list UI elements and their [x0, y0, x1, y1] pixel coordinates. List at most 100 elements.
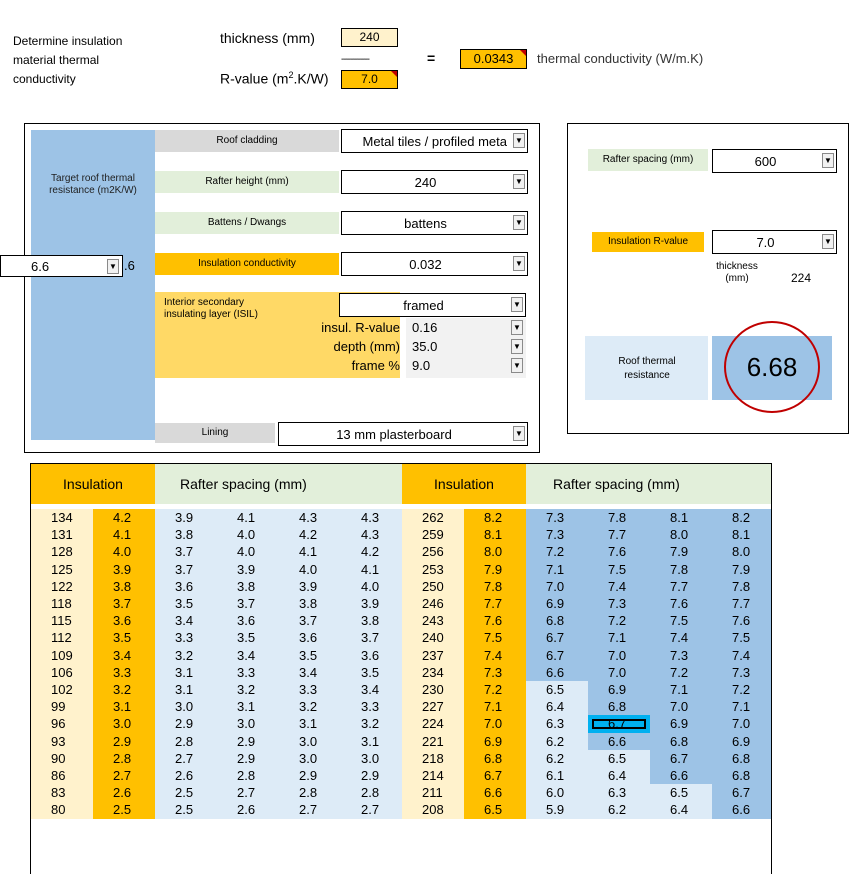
- table-cell: 3.0: [217, 715, 279, 733]
- table-cell: 3.1: [217, 698, 279, 716]
- conductivity-result: 0.0343: [460, 49, 527, 69]
- roof-thermal-label: Roof thermal resistance: [618, 356, 676, 381]
- fraction-line: ------------: [341, 54, 370, 65]
- chevron-down-icon[interactable]: ▼: [511, 320, 523, 335]
- table-cell: 3.9: [341, 595, 402, 613]
- chevron-down-icon[interactable]: ▼: [513, 133, 525, 148]
- table-cell: 2.8: [341, 784, 402, 802]
- chevron-down-icon[interactable]: ▼: [513, 426, 525, 441]
- rvalue-input[interactable]: 7.0: [341, 70, 398, 89]
- insulation-rvalue-dropdown[interactable]: 7.0 ▼: [712, 230, 837, 254]
- table-cell: 7.7: [650, 577, 712, 595]
- depth-label: depth (mm): [333, 339, 400, 354]
- table-cell: 4.2: [279, 526, 341, 544]
- chevron-down-icon[interactable]: ▼: [513, 174, 525, 189]
- table-cell: 7.4: [464, 646, 526, 664]
- frame-value[interactable]: 9.0: [412, 358, 430, 373]
- table-cell: 7.6: [588, 543, 650, 561]
- insulation-conductivity-value: 0.032: [409, 257, 442, 272]
- depth-value[interactable]: 35.0: [412, 339, 437, 354]
- roof-cladding-dropdown[interactable]: Metal tiles / profiled meta ▼: [341, 129, 528, 153]
- table-cell: 256: [402, 543, 464, 561]
- chevron-down-icon[interactable]: ▼: [513, 256, 525, 271]
- battens-value: battens: [404, 216, 447, 231]
- chevron-down-icon[interactable]: ▼: [822, 153, 834, 168]
- insul-rvalue-value[interactable]: 0.16: [412, 320, 437, 335]
- table-cell: 7.2: [712, 681, 771, 699]
- table-cell: 6.2: [526, 732, 588, 750]
- table-cell: 4.3: [341, 526, 402, 544]
- table-cell: 7.0: [588, 646, 650, 664]
- thickness-label: thickness (mm): [220, 30, 315, 46]
- insul-rvalue-label: insul. R-value: [321, 320, 400, 335]
- table-cell: 3.1: [155, 663, 217, 681]
- table-cell: 7.5: [588, 560, 650, 578]
- table-cell: 259: [402, 526, 464, 544]
- chevron-down-icon[interactable]: ▼: [107, 259, 119, 274]
- target-dropdown[interactable]: 6.6 ▼: [0, 255, 123, 277]
- table-cell: 3.5: [341, 663, 402, 681]
- lining-label: Lining: [155, 423, 275, 443]
- table-cell: 7.1: [588, 629, 650, 647]
- header-title: Determine insulation material thermal co…: [13, 32, 122, 89]
- table-cell: 7.8: [464, 577, 526, 595]
- rafter-height-dropdown[interactable]: 240 ▼: [341, 170, 528, 194]
- chevron-down-icon[interactable]: ▼: [511, 358, 523, 373]
- table-cell: 3.8: [341, 612, 402, 630]
- table-cell: 3.5: [279, 646, 341, 664]
- table-cell: 7.7: [464, 595, 526, 613]
- rafter-height-value: 240: [414, 175, 437, 190]
- table-cell: 3.5: [155, 595, 217, 613]
- table-cell: 6.6: [712, 801, 771, 819]
- thickness-input[interactable]: 240: [341, 28, 398, 47]
- table-cell: 8.0: [712, 543, 771, 561]
- lining-dropdown[interactable]: 13 mm plasterboard ▼: [278, 422, 528, 446]
- table-cell: 3.8: [217, 577, 279, 595]
- table-cell: 6.8: [712, 767, 771, 785]
- rvalue-label: R-value (m2.K/W): [220, 70, 328, 87]
- table-cell: 2.9: [155, 715, 217, 733]
- table-cell: 3.6: [93, 612, 155, 630]
- battens-dropdown[interactable]: battens ▼: [341, 211, 528, 235]
- left-insulation-header: Insulation: [63, 476, 123, 492]
- chevron-down-icon[interactable]: ▼: [822, 234, 834, 249]
- table-cell: 3.6: [279, 629, 341, 647]
- thickness-result-label: thickness (mm): [716, 261, 758, 284]
- table-cell: 4.3: [279, 509, 341, 527]
- table-cell: 7.3: [712, 663, 771, 681]
- chevron-down-icon[interactable]: ▼: [511, 339, 523, 354]
- table-cell: 4.1: [341, 560, 402, 578]
- table-cell: 4.1: [279, 543, 341, 561]
- table-cell: 2.9: [93, 732, 155, 750]
- table-cell: 7.4: [588, 577, 650, 595]
- table-cell: 3.2: [217, 681, 279, 699]
- insulation-conductivity-dropdown[interactable]: 0.032 ▼: [341, 252, 528, 276]
- table-cell: 7.3: [464, 663, 526, 681]
- table-cell: 6.9: [712, 732, 771, 750]
- table-cell: 6.8: [526, 612, 588, 630]
- table-cell: 7.0: [464, 715, 526, 733]
- table-cell: 3.1: [341, 732, 402, 750]
- chevron-down-icon[interactable]: ▼: [511, 297, 523, 312]
- isil-dropdown[interactable]: framed ▼: [339, 293, 526, 317]
- table-cell: 6.8: [712, 749, 771, 767]
- table-cell: 96: [31, 715, 93, 733]
- table-cell: 3.9: [279, 577, 341, 595]
- table-cell: 4.0: [93, 543, 155, 561]
- table-cell: 5.9: [526, 801, 588, 819]
- isil-value: framed: [403, 298, 444, 313]
- table-cell: 2.8: [279, 784, 341, 802]
- rafter-spacing-dropdown[interactable]: 600 ▼: [712, 149, 837, 173]
- table-cell: 128: [31, 543, 93, 561]
- table-cell: 3.9: [93, 560, 155, 578]
- table-cell: 6.8: [464, 749, 526, 767]
- chevron-down-icon[interactable]: ▼: [513, 215, 525, 230]
- table-cell: 6.3: [526, 715, 588, 733]
- table-cell: 7.5: [464, 629, 526, 647]
- table-cell: 3.6: [341, 646, 402, 664]
- table-cell: 8.2: [464, 509, 526, 527]
- table-cell: 7.4: [712, 646, 771, 664]
- right-insulation-header: Insulation: [434, 476, 494, 492]
- table-cell: 7.5: [650, 612, 712, 630]
- table-cell: 7.2: [526, 543, 588, 561]
